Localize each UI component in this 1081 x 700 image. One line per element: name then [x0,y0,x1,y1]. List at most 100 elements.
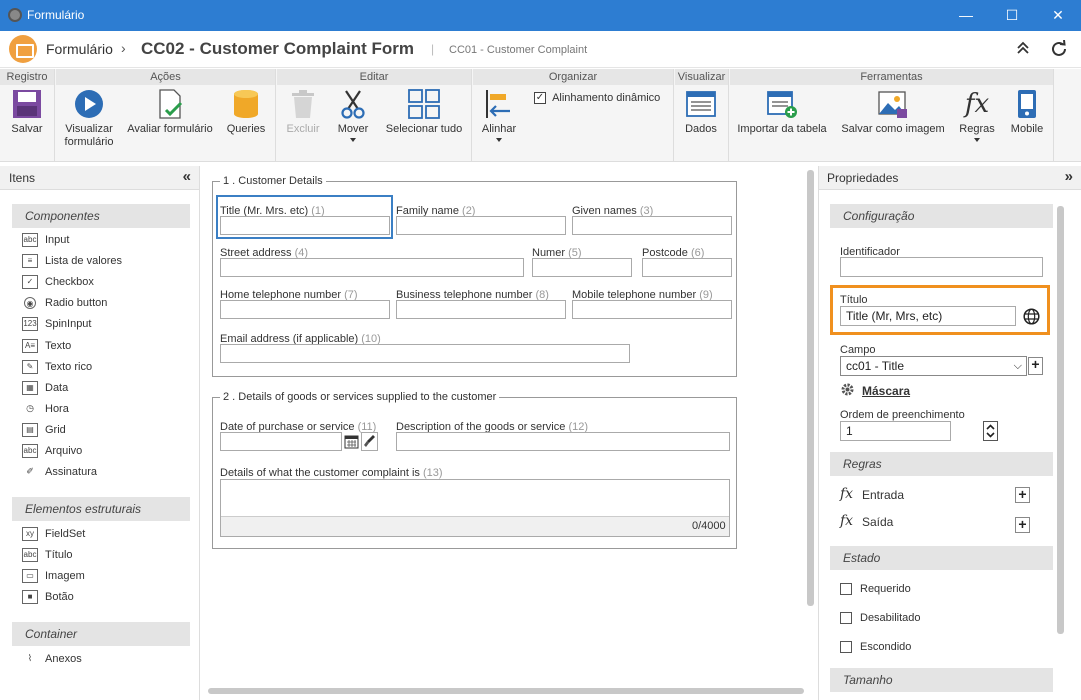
radio-button-icon: ◉ [24,297,36,310]
title-input[interactable] [220,216,390,235]
checkbox-box [840,612,852,625]
close-button[interactable]: ✕ [1035,0,1081,31]
mobile-button[interactable]: Mobile [1006,89,1048,136]
rules-label: Regras [959,123,995,135]
number-input[interactable] [532,258,632,277]
properties-vertical-scrollbar[interactable] [1057,206,1064,634]
structural-item-imagem[interactable]: ▭ Imagem [22,568,85,586]
given-names-input[interactable] [572,216,732,235]
minimize-button[interactable]: — [943,0,989,31]
required-checkbox[interactable]: Requerido [840,583,911,596]
section-estruturais[interactable]: Elementos estruturais [12,497,190,521]
description-input[interactable] [396,432,730,451]
component-item-arquivo[interactable]: abc Arquivo [22,443,82,461]
fill-order-stepper[interactable] [983,421,998,441]
section-regras[interactable]: Regras [830,452,1053,476]
move-button[interactable]: Mover [331,89,375,142]
collapse-left-icon[interactable]: « [183,168,191,185]
disabled-label: Desabilitado [860,612,921,625]
component-item-data[interactable]: ▦ Data [22,380,68,398]
component-item-assinatura[interactable]: ✐ Assinatura [22,464,97,482]
ribbon-group-label: Visualizar [675,69,728,85]
window-title: Formulário [27,8,85,22]
data-button[interactable]: Dados [681,89,721,136]
section-configuracao[interactable]: Configuração [830,204,1053,228]
breadcrumb-separator: › [121,40,126,56]
globe-icon[interactable] [1023,308,1040,328]
breadcrumb-module[interactable]: Formulário [46,41,113,57]
container-item-anexos[interactable]: ⌇ Anexos [22,651,82,669]
add-saida-button[interactable]: + [1015,517,1030,533]
add-entrada-button[interactable]: + [1015,487,1030,503]
component-item-lista-de-valores[interactable]: ≡ Lista de valores [22,253,122,271]
import-table-button[interactable]: Importar da tabela [734,89,830,136]
ribbon-group-label: Editar [277,69,471,85]
import-table-label: Importar da tabela [737,123,827,135]
canvas-vertical-scrollbar[interactable] [807,170,814,606]
gear-icon [840,382,855,400]
component-item-grid[interactable]: ▤ Grid [22,422,66,440]
component-item-radio-button[interactable]: ◉ Radio button [22,295,107,313]
postcode-input[interactable] [642,258,732,277]
page-subtitle: CC01 - Customer Complaint [449,44,588,56]
item-label: Checkbox [45,276,94,289]
data-label: Dados [685,123,717,135]
mobile-phone-input[interactable] [572,300,732,319]
component-item-spininput[interactable]: 123 SpinInput [22,316,91,334]
dynamic-alignment-checkbox[interactable]: ✓ Alinhamento dinâmico [534,92,660,105]
preview-form-button[interactable]: Visualizar formulário [60,89,118,149]
section-estado[interactable]: Estado [830,546,1053,570]
evaluate-form-button[interactable]: Avaliar formulário [124,89,216,136]
business-phone-input[interactable] [396,300,566,319]
titulo-input[interactable]: Title (Mr, Mrs, etc) [840,306,1016,326]
component-item-hora[interactable]: ◷ Hora [22,401,69,419]
canvas-horizontal-scrollbar[interactable] [208,688,804,694]
structural-item-fieldset[interactable]: xy FieldSet [22,526,85,544]
home-phone-input[interactable] [220,300,390,319]
structural-item-t-tulo[interactable]: abc Título [22,547,73,565]
refresh-icon[interactable] [1050,39,1068,61]
component-item-checkbox[interactable]: ✓ Checkbox [22,274,94,292]
form-module-icon [9,35,37,63]
hidden-label: Escondido [860,641,912,654]
fill-order-input[interactable]: 1 [840,421,951,441]
collapse-header-icon[interactable] [1016,40,1030,59]
evaluate-form-label: Avaliar formulário [127,123,213,135]
component-item-input[interactable]: abc Input [22,232,69,250]
section-componentes[interactable]: Componentes [12,204,190,228]
collapse-right-icon[interactable]: » [1065,168,1073,185]
t-tulo-icon: abc [22,548,38,563]
calendar-icon[interactable] [344,434,359,449]
hidden-checkbox[interactable]: Escondido [840,641,912,654]
disabled-checkbox[interactable]: Desabilitado [840,612,921,625]
function-icon: fx [840,486,854,502]
date-input[interactable] [220,432,342,451]
save-label: Salvar [11,123,43,135]
family-name-input[interactable] [396,216,566,235]
save-as-image-button[interactable]: Salvar como imagem [838,89,948,136]
mask-link[interactable]: Máscara [862,384,910,398]
align-button[interactable]: Alinhar [479,89,519,142]
email-input[interactable] [220,344,630,363]
street-address-input[interactable] [220,258,524,277]
component-item-texto-rico[interactable]: ✎ Texto rico [22,359,92,377]
rules-button[interactable]: fx Regras [956,89,998,142]
ribbon-group-ferramentas: Ferramentas Importar da tabela Salvar co… [730,69,1054,162]
delete-button[interactable]: Excluir [283,89,323,136]
save-button[interactable]: Salvar [6,89,48,136]
structural-item-bot-o[interactable]: ■ Botão [22,589,74,607]
select-all-button[interactable]: Selecionar tudo [381,89,467,136]
clear-date-button[interactable] [361,432,378,451]
component-item-texto[interactable]: A≡ Texto [22,338,71,356]
section-tamanho[interactable]: Tamanho [830,668,1053,692]
identifier-input[interactable] [840,257,1043,277]
queries-button[interactable]: Queries [222,89,270,136]
campo-select[interactable]: cc01 - Title ⌵ [840,356,1027,376]
maximize-button[interactable]: ☐ [989,0,1035,31]
form-canvas: 1 . Customer Details Title (Mr. Mrs. etc… [204,166,816,700]
section-container[interactable]: Container [12,622,190,646]
mobile-icon [1018,90,1036,118]
item-label: Texto rico [45,360,93,373]
add-field-button[interactable]: + [1028,357,1043,375]
texto-icon: A≡ [22,338,38,353]
